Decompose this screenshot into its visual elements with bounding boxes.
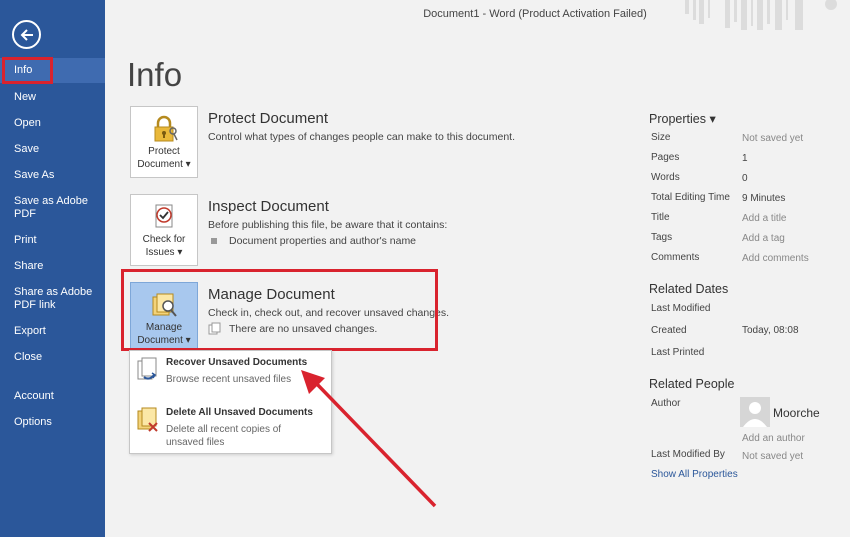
- back-button[interactable]: [12, 20, 41, 49]
- page-title: Info: [127, 56, 183, 93]
- prop-value-pages: 1: [742, 153, 748, 164]
- delete-all-unsaved-desc: Delete all recent copies of unsaved file…: [166, 424, 282, 448]
- nav-export[interactable]: Export: [0, 325, 105, 338]
- last-modified-by-label: Last Modified By: [651, 449, 725, 460]
- lock-key-icon: [154, 115, 178, 142]
- inspect-document-bullet: Document properties and author's name: [211, 235, 416, 247]
- prop-label-editing-time: Total Editing Time: [651, 192, 730, 203]
- prop-label-words: Words: [651, 172, 680, 183]
- protect-document-label: Protect Document ▾: [137, 146, 191, 170]
- check-for-issues-button[interactable]: Check for Issues ▾: [130, 194, 198, 266]
- nav-options[interactable]: Options: [0, 416, 105, 429]
- prop-label-size: Size: [651, 132, 671, 143]
- nav-print[interactable]: Print: [0, 234, 105, 247]
- related-dates-heading: Related Dates: [649, 282, 729, 296]
- date-label-last-printed: Last Printed: [651, 347, 705, 358]
- back-arrow-icon: [20, 28, 33, 41]
- prop-value-words: 0: [742, 173, 748, 184]
- author-label: Author: [651, 398, 681, 409]
- recover-document-icon: [137, 357, 157, 380]
- protect-document-title: Protect Document: [208, 110, 329, 127]
- show-all-properties-link[interactable]: Show All Properties: [651, 469, 738, 480]
- date-label-last-modified: Last Modified: [651, 303, 711, 314]
- nav-new[interactable]: New: [0, 91, 105, 104]
- check-document-icon: [155, 204, 173, 228]
- author-avatar[interactable]: [740, 397, 770, 427]
- nav-save[interactable]: Save: [0, 143, 105, 156]
- manage-annotation-box: [121, 269, 438, 351]
- inspect-bullet-text: Document properties and author's name: [229, 235, 417, 247]
- date-value-created: Today, 08:08: [742, 325, 799, 336]
- nav-account[interactable]: Account: [0, 390, 105, 403]
- delete-document-icon: [137, 407, 158, 432]
- recover-unsaved-desc: Browse recent unsaved files: [166, 374, 292, 385]
- delete-all-unsaved-title: Delete All Unsaved Documents: [166, 407, 313, 418]
- check-for-issues-label: Check for Issues ▾: [142, 234, 186, 258]
- properties-heading[interactable]: Properties ▾: [649, 111, 716, 126]
- prop-label-tags: Tags: [651, 232, 673, 243]
- nav-share-as-adobe-pdf-link[interactable]: Share as Adobe PDF link: [0, 286, 105, 312]
- last-modified-by-value: Not saved yet: [742, 451, 804, 462]
- bullet-icon: [211, 238, 217, 244]
- nav-open[interactable]: Open: [0, 117, 105, 130]
- nav-close[interactable]: Close: [0, 351, 105, 364]
- prop-value-editing-time: 9 Minutes: [742, 193, 786, 204]
- prop-value-tags[interactable]: Add a tag: [742, 233, 785, 244]
- protect-document-desc: Control what types of changes people can…: [208, 131, 516, 143]
- prop-label-title: Title: [651, 212, 670, 223]
- prop-label-comments: Comments: [651, 252, 700, 263]
- window-title: Document1 - Word (Product Activation Fai…: [423, 8, 647, 20]
- annotation-arrow-icon: [301, 370, 437, 508]
- recover-unsaved-title: Recover Unsaved Documents: [166, 357, 308, 368]
- author-avatar-icon: [743, 402, 767, 427]
- prop-value-size: Not saved yet: [742, 133, 804, 144]
- prop-value-comments[interactable]: Add comments: [742, 253, 809, 264]
- protect-document-button[interactable]: Protect Document ▾: [130, 106, 198, 178]
- nav-save-as-adobe-pdf[interactable]: Save as Adobe PDF: [0, 195, 105, 221]
- add-author-link[interactable]: Add an author: [742, 433, 805, 444]
- prop-label-pages: Pages: [651, 152, 680, 163]
- date-label-created: Created: [651, 325, 687, 336]
- author-name[interactable]: Moorche: [773, 406, 820, 420]
- related-people-heading: Related People: [649, 377, 735, 391]
- inspect-document-desc: Before publishing this file, be aware th…: [208, 219, 448, 231]
- title-bar-decoration: [685, 0, 850, 30]
- nav-save-as[interactable]: Save As: [0, 169, 105, 182]
- inspect-document-title: Inspect Document: [208, 198, 329, 215]
- prop-value-title[interactable]: Add a title: [742, 213, 786, 224]
- info-annotation-box: [2, 57, 53, 84]
- nav-share[interactable]: Share: [0, 260, 105, 273]
